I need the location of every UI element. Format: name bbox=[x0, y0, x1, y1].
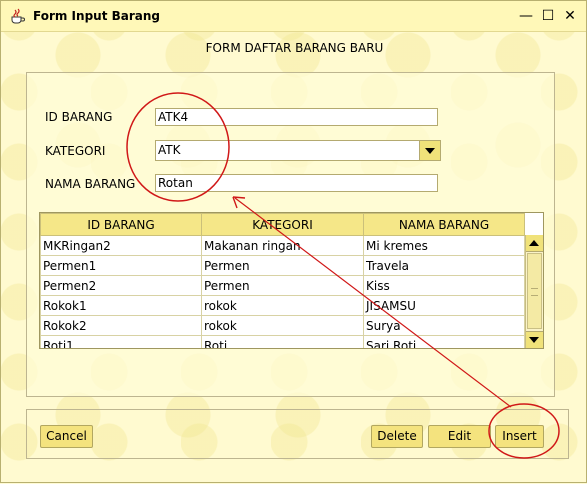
form-heading: FORM DAFTAR BARANG BARU bbox=[205, 41, 384, 55]
column-header-kategori[interactable]: KATEGORI bbox=[201, 213, 364, 236]
cancel-button[interactable]: Cancel bbox=[40, 425, 93, 448]
column-header-id[interactable]: ID BARANG bbox=[40, 213, 202, 236]
barang-table[interactable]: ID BARANG KATEGORI NAMA BARANG MKRingan2… bbox=[39, 212, 544, 349]
minimize-icon[interactable]: — bbox=[518, 8, 534, 24]
table-cell[interactable]: Mi kremes bbox=[363, 235, 525, 256]
table-cell[interactable]: Surya bbox=[363, 315, 525, 336]
id-barang-input[interactable] bbox=[155, 108, 438, 126]
table-cell[interactable]: Travela bbox=[363, 255, 525, 276]
table-cell[interactable]: rokok bbox=[201, 295, 364, 316]
edit-button[interactable]: Edit bbox=[428, 425, 491, 448]
column-header-nama[interactable]: NAMA BARANG bbox=[363, 213, 525, 236]
table-cell[interactable]: Permen2 bbox=[40, 275, 202, 296]
table-cell[interactable]: JISAMSU bbox=[363, 295, 525, 316]
table-cell[interactable]: Roti1 bbox=[40, 335, 202, 348]
table-cell[interactable]: MKRingan2 bbox=[40, 235, 202, 256]
table-cell[interactable]: Kiss bbox=[363, 275, 525, 296]
table-scrollbar[interactable] bbox=[525, 235, 543, 348]
scroll-up-icon[interactable] bbox=[526, 235, 543, 252]
table-cell[interactable]: rokok bbox=[201, 315, 364, 336]
close-icon[interactable]: ✕ bbox=[562, 8, 578, 24]
table-header-row: ID BARANG KATEGORI NAMA BARANG bbox=[40, 213, 525, 236]
title-bar[interactable]: Form Input Barang — ☐ ✕ bbox=[1, 1, 586, 32]
kategori-selected-value: ATK bbox=[158, 143, 181, 157]
table-row[interactable]: Roti1 Roti Sari Roti bbox=[40, 335, 525, 348]
table-row[interactable]: MKRingan2 Makanan ringan Mi kremes bbox=[40, 235, 525, 256]
table-row[interactable]: Permen1 Permen Travela bbox=[40, 255, 525, 276]
insert-button[interactable]: Insert bbox=[495, 425, 544, 448]
window-title: Form Input Barang bbox=[33, 9, 161, 23]
chevron-down-icon[interactable] bbox=[419, 141, 440, 160]
grip-icon bbox=[531, 288, 538, 296]
scrollbar-thumb[interactable] bbox=[527, 253, 542, 329]
table-row[interactable]: Rokok1 rokok JISAMSU bbox=[40, 295, 525, 316]
delete-button[interactable]: Delete bbox=[371, 425, 423, 448]
table-cell[interactable]: Permen bbox=[201, 255, 364, 276]
table-cell[interactable]: Makanan ringan bbox=[201, 235, 364, 256]
table-cell[interactable]: Permen bbox=[201, 275, 364, 296]
table-cell[interactable]: Sari Roti bbox=[363, 335, 525, 348]
window-frame: Form Input Barang — ☐ ✕ FORM DAFTAR BARA… bbox=[0, 0, 587, 483]
kategori-label: KATEGORI bbox=[45, 144, 106, 158]
kategori-combobox[interactable]: ATK bbox=[155, 140, 441, 161]
id-barang-label: ID BARANG bbox=[45, 110, 113, 124]
table-row[interactable]: Rokok2 rokok Surya bbox=[40, 315, 525, 336]
java-cup-icon bbox=[11, 8, 25, 24]
table-cell[interactable]: Permen1 bbox=[40, 255, 202, 276]
nama-barang-input[interactable] bbox=[155, 174, 438, 192]
maximize-icon[interactable]: ☐ bbox=[540, 8, 556, 24]
table-cell[interactable]: Rokok2 bbox=[40, 315, 202, 336]
table-cell[interactable]: Rokok1 bbox=[40, 295, 202, 316]
nama-barang-label: NAMA BARANG bbox=[45, 177, 136, 191]
table-row[interactable]: Permen2 Permen Kiss bbox=[40, 275, 525, 296]
scroll-down-icon[interactable] bbox=[526, 331, 543, 348]
table-cell[interactable]: Roti bbox=[201, 335, 364, 348]
